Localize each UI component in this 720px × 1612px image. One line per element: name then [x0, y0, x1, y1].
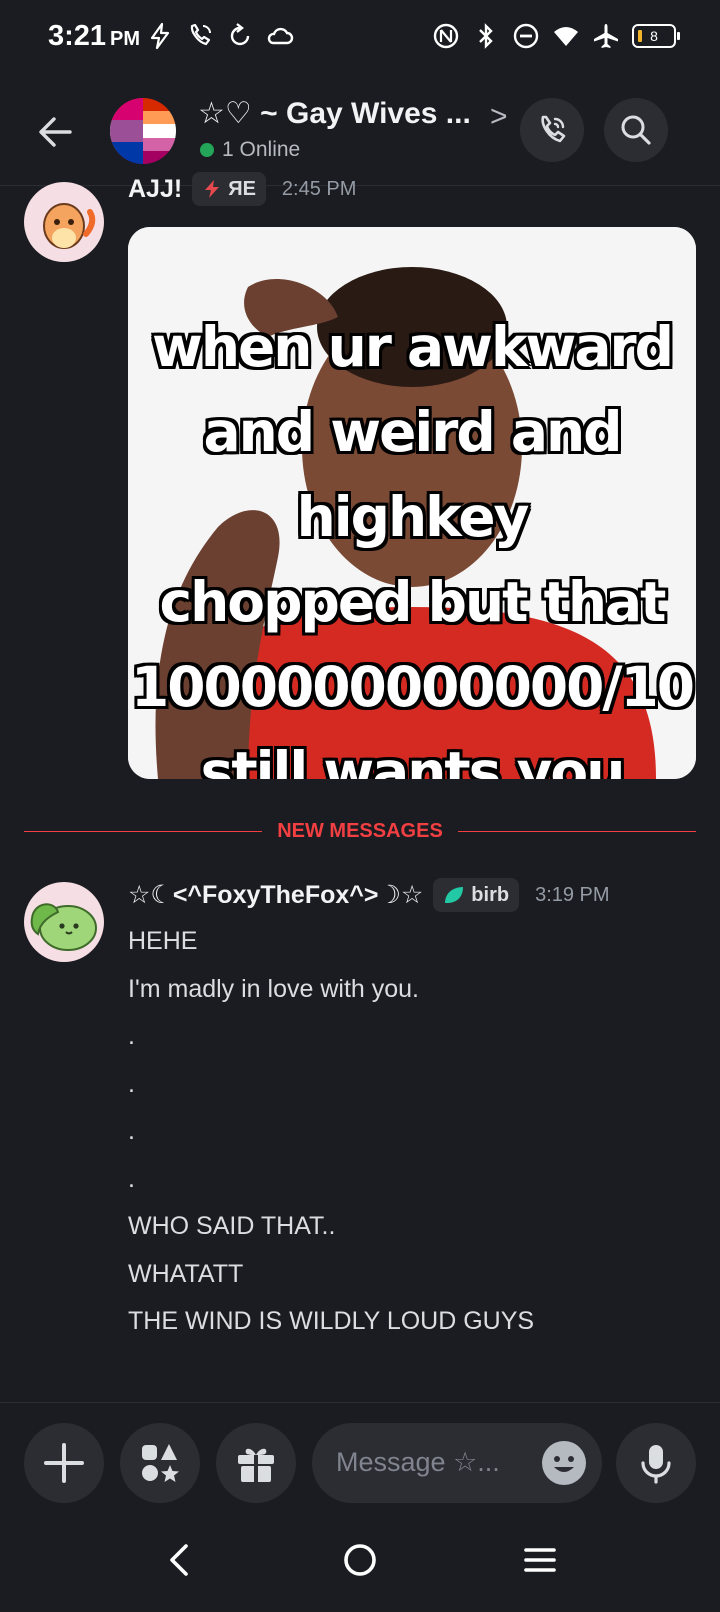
microphone-icon [641, 1445, 671, 1484]
author-name[interactable]: AJJ! [128, 175, 182, 204]
bluetooth-icon [479, 23, 493, 49]
emoji-icon[interactable] [542, 1441, 586, 1485]
nav-recents-icon[interactable] [520, 1540, 560, 1580]
battery-icon: 8 [632, 24, 680, 48]
apps-icon [142, 1444, 179, 1482]
message-line: . [128, 1022, 135, 1050]
channel-title[interactable]: ☆♡ ~ Gay Wives ... [198, 96, 471, 131]
server-icon[interactable] [110, 98, 176, 164]
online-dot-icon [200, 143, 214, 157]
message-line: . [128, 1164, 135, 1193]
timestamp: 3:19 PM [535, 883, 610, 906]
author-name[interactable]: ☆☾<^FoxyTheFox^>☽☆ [128, 880, 423, 910]
message-line: HEHE [128, 927, 198, 955]
search-button[interactable] [604, 98, 668, 162]
chevron-right-icon[interactable]: > [490, 100, 508, 134]
wifi-icon [554, 27, 578, 46]
status-bar: 3:21 PM 8 [0, 0, 720, 78]
back-arrow-icon[interactable] [32, 108, 80, 156]
add-attachment-button[interactable] [24, 1423, 104, 1503]
airplane-icon [594, 24, 618, 48]
meme-image-attachment[interactable]: when ur awkward and weird and highkey ch… [128, 227, 696, 779]
message-line: WHATATT [128, 1259, 244, 1288]
message-line: . [128, 1069, 135, 1098]
voice-message-button[interactable] [616, 1423, 696, 1503]
status-time: 3:21 PM [48, 20, 141, 52]
nav-home-icon[interactable] [340, 1540, 380, 1580]
cloud-icon [267, 27, 294, 45]
voice-call-button[interactable] [520, 98, 584, 162]
sync-icon [230, 23, 250, 46]
channel-header: ☆♡ ~ Gay Wives ... > 1 Online [0, 78, 720, 186]
leaf-icon [445, 887, 464, 903]
meme-caption: when ur awkward and weird and highkey ch… [130, 315, 695, 779]
wifi-call-icon [190, 23, 211, 46]
search-icon [621, 115, 651, 145]
nfc-icon [433, 23, 459, 49]
new-messages-divider: NEW MESSAGES [24, 820, 696, 844]
message-line: WHO SAID THAT.. [128, 1212, 336, 1240]
system-navigation-bar [0, 1522, 720, 1612]
role-badge[interactable]: ЯE [192, 172, 266, 206]
phone-icon [541, 115, 566, 143]
lightning-icon [205, 180, 220, 198]
flash-icon [150, 22, 170, 50]
message-content: HEHE I'm madly in love with you. . . . .… [128, 926, 534, 1354]
gift-button[interactable] [216, 1423, 296, 1503]
message-composer: Message ☆... [0, 1402, 720, 1522]
message-line: I'm madly in love with you. [128, 974, 419, 1003]
online-status: 1 Online [200, 138, 300, 162]
role-badge[interactable]: birb [433, 878, 520, 912]
dnd-icon [513, 23, 539, 49]
message-input[interactable]: Message ☆... [312, 1423, 602, 1503]
gift-icon [238, 1448, 274, 1482]
avatar[interactable] [24, 882, 104, 962]
discord-chat-screen: 3:21 PM 8 ☆♡ ~ Gay Wives ... > 1 Online … [0, 0, 720, 1612]
avatar[interactable] [24, 182, 104, 262]
message-line: THE WIND IS WILDLY LOUD GUYS [128, 1307, 535, 1335]
timestamp: 2:45 PM [281, 177, 357, 200]
plus-icon [44, 1443, 84, 1483]
apps-button[interactable] [120, 1423, 200, 1503]
nav-back-icon[interactable] [160, 1540, 200, 1580]
message-line: . [128, 1117, 135, 1145]
